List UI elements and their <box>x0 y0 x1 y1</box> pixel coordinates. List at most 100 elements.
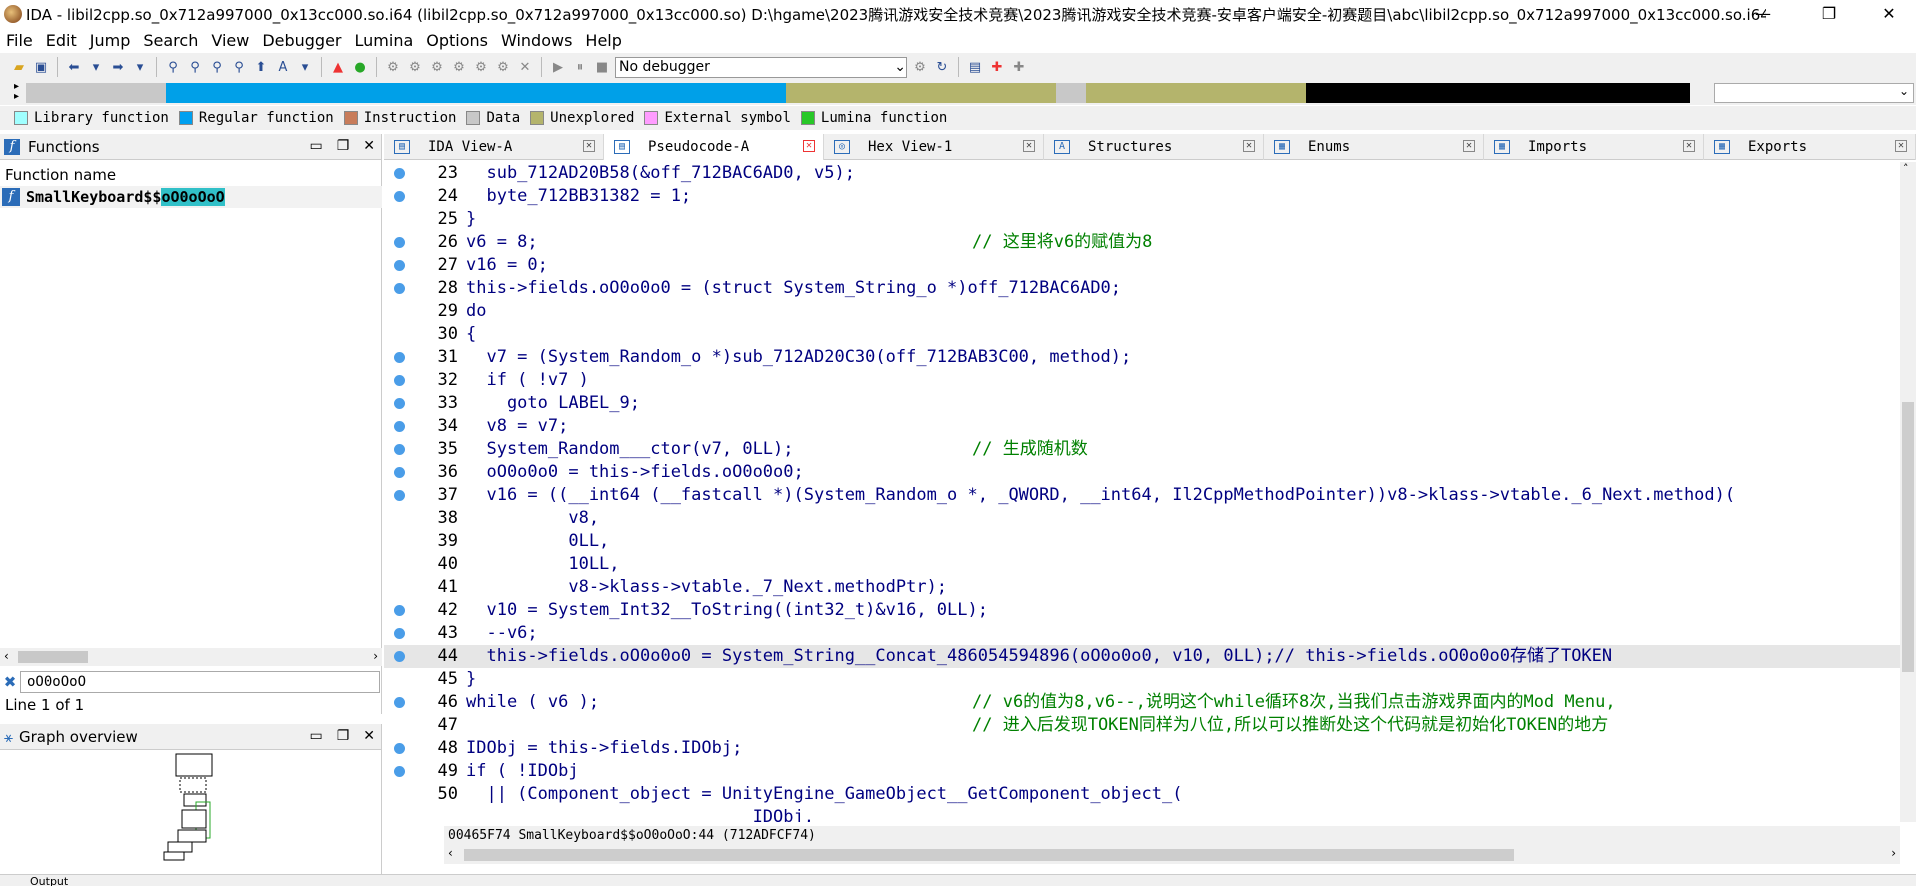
scrollbar-thumb[interactable] <box>464 849 1514 861</box>
scroll-right-icon[interactable]: › <box>1891 846 1896 860</box>
tab-exports[interactable]: ▦ Exports ✕ <box>1704 134 1916 160</box>
pause-icon[interactable]: ⏸ <box>571 58 589 76</box>
column-header-function-name[interactable]: Function name <box>0 164 382 186</box>
tool-icon[interactable]: ⚙ <box>472 58 490 76</box>
menu-edit[interactable]: Edit <box>46 31 77 50</box>
code-line[interactable]: 44 this->fields.oO0o0o0 = System_String_… <box>384 645 1900 668</box>
code-line[interactable]: 45} <box>384 668 1900 691</box>
menu-debugger[interactable]: Debugger <box>262 31 341 50</box>
code-line[interactable]: 48 IDObj = this->fields.IDObj; <box>384 737 1900 760</box>
dropdown-icon[interactable]: ▾ <box>87 58 105 76</box>
code-line[interactable]: 27 v16 = 0; <box>384 254 1900 277</box>
code-line[interactable]: 49 if ( !IDObj <box>384 760 1900 783</box>
restore-button[interactable]: ❐ <box>1806 2 1852 26</box>
tab-ida-view-a[interactable]: ▤ IDA View-A ✕ <box>384 134 604 160</box>
refresh-icon[interactable]: ↻ <box>933 58 951 76</box>
horizontal-scrollbar[interactable]: ‹ › <box>444 846 1900 864</box>
code-line[interactable]: 30 { <box>384 323 1900 346</box>
menu-help[interactable]: Help <box>585 31 621 50</box>
scroll-right-icon[interactable]: › <box>373 649 378 663</box>
close-pane-icon[interactable]: ✕ <box>363 138 375 154</box>
segment-select[interactable]: ⌄ <box>1714 83 1914 103</box>
nav-segment[interactable] <box>26 83 166 103</box>
code-line[interactable]: 46 while ( v6 ); // v6的值为8,v6--,说明这个while循… <box>384 691 1900 714</box>
dropdown-icon[interactable]: ▾ <box>296 58 314 76</box>
code-line[interactable]: 42 v10 = System_Int32__ToString((int32_t… <box>384 599 1900 622</box>
close-tab-icon[interactable]: ✕ <box>1683 140 1695 152</box>
close-tab-icon[interactable]: ✕ <box>1463 140 1475 152</box>
code-line[interactable]: 24 byte_712BB31382 = 1; <box>384 185 1900 208</box>
tool-icon[interactable]: ⚙ <box>384 58 402 76</box>
code-line[interactable]: 43 --v6; <box>384 622 1900 645</box>
binoculars-icon[interactable]: ⚲ <box>164 58 182 76</box>
scrollbar-thumb[interactable] <box>18 651 88 663</box>
text-icon[interactable]: A <box>274 58 292 76</box>
vertical-scrollbar[interactable]: ˄ <box>1900 162 1916 822</box>
code-line[interactable]: 34 v8 = v7; <box>384 415 1900 438</box>
close-tab-icon[interactable]: ✕ <box>803 140 815 152</box>
code-line[interactable]: 33 goto LABEL_9; <box>384 392 1900 415</box>
clear-filter-icon[interactable]: ✖ <box>0 673 20 691</box>
tab-pseudocode-a[interactable]: ▤ Pseudocode-A ✕ <box>604 134 824 160</box>
code-line[interactable]: 39 0LL, <box>384 530 1900 553</box>
close-tab-icon[interactable]: ✕ <box>583 140 595 152</box>
breakpoint-icon[interactable]: ✚ <box>1010 58 1028 76</box>
list-icon[interactable]: ▤ <box>966 58 984 76</box>
save-icon[interactable]: ▣ <box>32 58 50 76</box>
nav-segment[interactable] <box>786 83 1056 103</box>
code-line[interactable]: 31 v7 = (System_Random_o *)sub_712AD20C3… <box>384 346 1900 369</box>
lumina-icon[interactable]: ● <box>351 58 369 76</box>
code-line[interactable]: 41 v8->klass->vtable._7_Next.methodPtr); <box>384 576 1900 599</box>
tab-enums[interactable]: ▦ Enums ✕ <box>1264 134 1484 160</box>
nav-arrows-icon[interactable]: ▸ ▸ <box>14 82 19 102</box>
float-pane-icon[interactable]: ❐ <box>337 138 350 154</box>
maximize-pane-icon[interactable]: ▭ <box>309 138 322 154</box>
close-button[interactable]: ✕ <box>1866 2 1912 26</box>
menu-file[interactable]: File <box>6 31 33 50</box>
tool-icon[interactable]: ⚙ <box>406 58 424 76</box>
close-tab-icon[interactable]: ✕ <box>1023 140 1035 152</box>
scrollbar-thumb[interactable] <box>1902 402 1914 672</box>
menu-lumina[interactable]: Lumina <box>355 31 414 50</box>
binoculars-icon[interactable]: ⚲ <box>230 58 248 76</box>
code-line[interactable]: 35 System_Random___ctor(v7, 0LL); // 生成随机… <box>384 438 1900 461</box>
code-line[interactable]: 50 || (Component_object = UnityEngine_Ga… <box>384 783 1900 806</box>
code-line[interactable]: 26 v6 = 8; // 这里将v6的赋值为8 <box>384 231 1900 254</box>
float-pane-icon[interactable]: ❐ <box>337 728 350 744</box>
maximize-pane-icon[interactable]: ▭ <box>309 728 322 744</box>
function-row[interactable]: f SmallKeyboard$$oO0oOoO <box>0 186 382 208</box>
close-pane-icon[interactable]: ✕ <box>363 728 375 744</box>
scroll-left-icon[interactable]: ‹ <box>448 846 453 860</box>
open-icon[interactable]: ▰ <box>10 58 28 76</box>
horizontal-scrollbar[interactable]: ‹ › <box>0 648 382 666</box>
menu-jump[interactable]: Jump <box>90 31 131 50</box>
code-line[interactable]: 32 if ( !v7 ) <box>384 369 1900 392</box>
menu-windows[interactable]: Windows <box>501 31 572 50</box>
binoculars-icon[interactable]: ⚲ <box>208 58 226 76</box>
tool-icon[interactable]: ⚙ <box>450 58 468 76</box>
code-line[interactable]: 29 do <box>384 300 1900 323</box>
play-icon[interactable]: ▶ <box>549 58 567 76</box>
nav-segment[interactable] <box>1056 83 1086 103</box>
nav-segment[interactable] <box>166 83 786 103</box>
forward-icon[interactable]: ➡ <box>109 58 127 76</box>
stop-icon[interactable]: ■ <box>593 58 611 76</box>
code-line[interactable]: 38 v8, <box>384 507 1900 530</box>
code-line[interactable]: IDObj, <box>384 806 1900 822</box>
tab-imports[interactable]: ▦ Imports ✕ <box>1484 134 1704 160</box>
scroll-left-icon[interactable]: ‹ <box>4 649 9 663</box>
navigation-bar[interactable] <box>26 83 1690 103</box>
close-tab-icon[interactable]: ✕ <box>1243 140 1255 152</box>
filter-input[interactable]: oO0oOoO <box>20 671 380 693</box>
nav-segment[interactable] <box>1086 83 1306 103</box>
close-tab-icon[interactable]: ✕ <box>1895 140 1907 152</box>
code-line[interactable]: 28 this->fields.oO0o0o0 = (struct System_… <box>384 277 1900 300</box>
tab-structures[interactable]: A Structures ✕ <box>1044 134 1264 160</box>
menu-search[interactable]: Search <box>143 31 198 50</box>
code-line[interactable]: 25} <box>384 208 1900 231</box>
cancel-icon[interactable]: ✕ <box>516 58 534 76</box>
code-line[interactable]: 47 // 进入后发现TOKEN同样为八位,所以可以推断处这个代码就是初始化TOK… <box>384 714 1900 737</box>
nav-segment[interactable] <box>1306 83 1690 103</box>
code-line[interactable]: 36 oO0o0o0 = this->fields.oO0o0o0; <box>384 461 1900 484</box>
binoculars-icon[interactable]: ⚲ <box>186 58 204 76</box>
